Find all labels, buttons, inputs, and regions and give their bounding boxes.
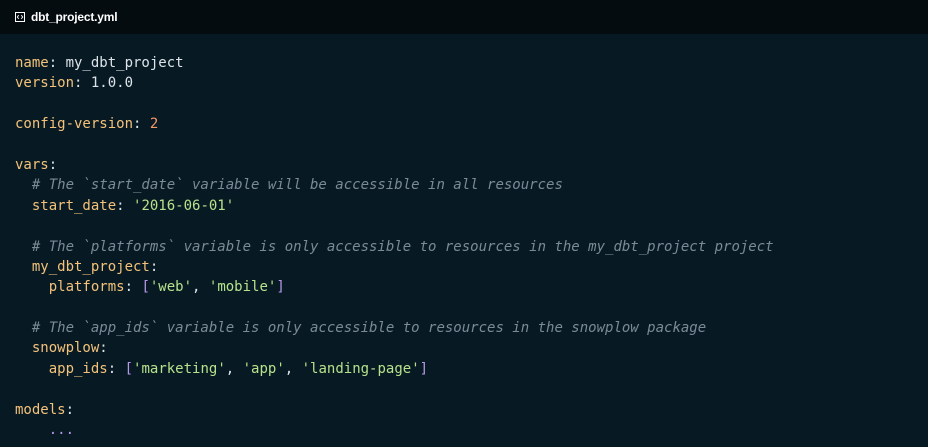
- code-editor[interactable]: name: my_dbt_project version: 1.0.0 confi…: [0, 34, 928, 447]
- code-line-start-date: start_date: '2016-06-01': [31, 197, 235, 214]
- code-line-comment: # The `platforms` variable is only acces…: [15, 237, 774, 257]
- code-line-config-version: config-version: 2: [15, 116, 159, 133]
- code-line-app-ids: app_ids: ['marketing', 'app', 'landing-p…: [48, 360, 429, 377]
- yaml-value-start-date: '2016-06-01': [133, 197, 235, 214]
- yaml-value-name: my_dbt_project: [65, 55, 184, 71]
- file-tab-label: dbt_project.yml: [31, 10, 118, 24]
- code-line-project: my_dbt_project:: [31, 258, 159, 275]
- code-file-icon: [15, 12, 25, 22]
- yaml-key-vars: vars: [15, 156, 49, 173]
- file-tab-bar: dbt_project.yml: [0, 0, 928, 34]
- code-line-version: version: 1.0.0: [15, 75, 134, 92]
- yaml-key-project: my_dbt_project: [31, 258, 150, 275]
- code-line-snowplow: snowplow:: [31, 340, 108, 357]
- yaml-list-item: 'landing-page': [301, 360, 420, 377]
- yaml-list-item: 'marketing': [133, 360, 226, 377]
- yaml-key-start-date: start_date: [31, 197, 117, 214]
- code-line-comment: # The `start_date` variable will be acce…: [15, 175, 774, 195]
- yaml-list-item: 'mobile': [208, 279, 277, 296]
- yaml-comment-start-date: # The `start_date` variable will be acce…: [31, 177, 563, 194]
- code-line-models: models:: [15, 401, 75, 418]
- yaml-ellipsis: ...: [48, 422, 75, 439]
- yaml-comment-platforms: # The `platforms` variable is only acces…: [31, 238, 774, 255]
- yaml-key-models: models: [15, 401, 66, 418]
- yaml-value-version: 1.0.0: [90, 75, 134, 92]
- yaml-key-snowplow: snowplow: [31, 340, 100, 357]
- yaml-comment-app-ids: # The `app_ids` variable is only accessi…: [31, 320, 707, 337]
- yaml-key-app-ids: app_ids: [48, 360, 108, 377]
- code-window: dbt_project.yml name: my_dbt_projectvers…: [0, 0, 928, 447]
- yaml-value-config-version: 2: [149, 116, 159, 133]
- yaml-key-platforms: platforms: [48, 279, 125, 296]
- yaml-key-name: name: [15, 55, 49, 71]
- yaml-list-item: 'app': [242, 360, 285, 377]
- code-line-name: name: my_dbt_project: [15, 55, 184, 71]
- code-block: name: my_dbt_project version: 1.0.0 confi…: [15, 53, 774, 440]
- yaml-key-version: version: [15, 75, 75, 92]
- code-line-comment: # The `app_ids` variable is only accessi…: [15, 318, 774, 338]
- code-line-ellipsis: ...: [15, 420, 774, 440]
- file-tab[interactable]: dbt_project.yml: [0, 0, 129, 34]
- yaml-list-item: 'web': [149, 279, 193, 296]
- yaml-key-config-version: config-version: [15, 116, 134, 133]
- code-line-vars: vars:: [15, 156, 58, 173]
- code-line-platforms: platforms: ['web', 'mobile']: [48, 279, 285, 296]
